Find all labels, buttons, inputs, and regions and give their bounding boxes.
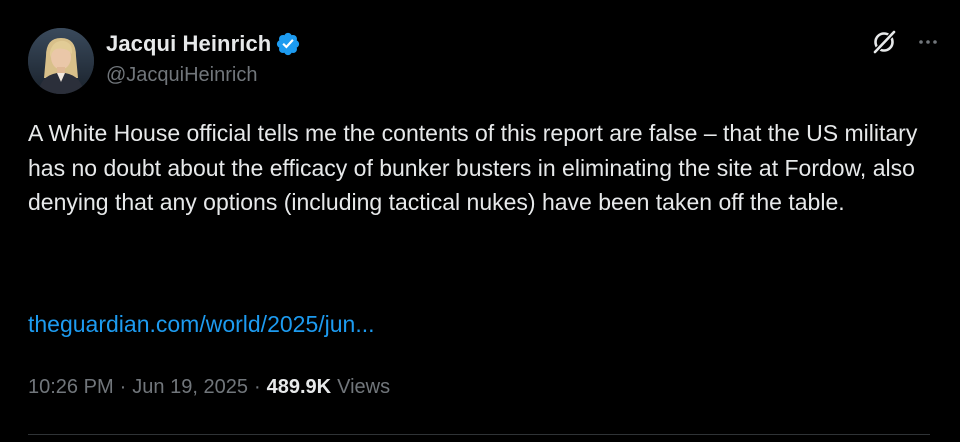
article-link[interactable]: theguardian.com/world/2025/jun... <box>28 311 375 338</box>
divider <box>28 434 930 435</box>
name-row: Jacqui Heinrich <box>106 28 301 60</box>
meta-separator: · <box>119 376 127 398</box>
tweet-text: A White House official tells me the cont… <box>28 120 918 215</box>
display-name[interactable]: Jacqui Heinrich <box>106 31 271 57</box>
profile-photo-icon <box>28 28 94 94</box>
author-handle[interactable]: @JacquiHeinrich <box>106 64 301 87</box>
tweet-date[interactable]: Jun 19, 2025 <box>132 376 248 399</box>
tweet-card: Jacqui Heinrich @JacquiHeinrich A White … <box>0 0 960 442</box>
grok-icon[interactable] <box>870 28 898 61</box>
views-count[interactable]: 489.9K <box>267 376 332 399</box>
tweet-header: Jacqui Heinrich @JacquiHeinrich <box>28 24 940 94</box>
avatar[interactable] <box>28 28 94 94</box>
views-label: Views <box>337 376 391 398</box>
header-actions <box>870 28 940 61</box>
verified-badge-icon[interactable] <box>275 31 301 57</box>
tweet-metadata: 10:26 PM · Jun 19, 2025 · 489.9K Views <box>28 376 390 399</box>
more-horizontal-icon[interactable] <box>916 30 940 59</box>
author-identity: Jacqui Heinrich @JacquiHeinrich <box>106 28 301 87</box>
meta-separator: · <box>253 376 261 398</box>
tweet-time[interactable]: 10:26 PM <box>28 376 114 399</box>
